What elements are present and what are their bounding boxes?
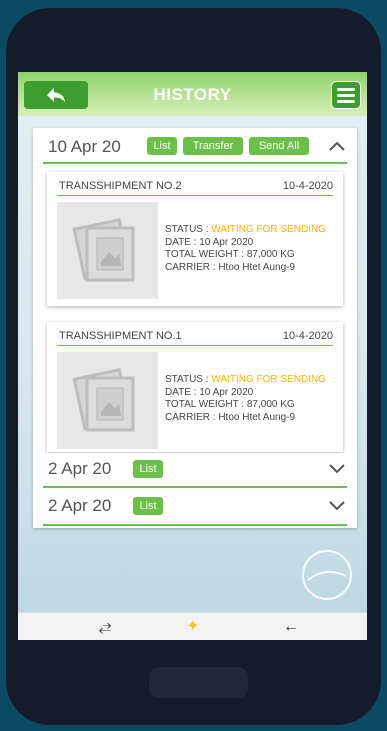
weight-line: TOTAL WEIGHT : 87,000 KG bbox=[165, 249, 295, 260]
chevron-up-icon[interactable] bbox=[327, 136, 347, 156]
group-header[interactable]: 2 Apr 20 List bbox=[33, 453, 357, 489]
list-button[interactable]: List bbox=[133, 460, 163, 478]
group-date: 2 Apr 20 bbox=[48, 459, 112, 478]
system-nav-bar: ⥄ ✦ ← bbox=[18, 612, 367, 640]
back-nav-icon[interactable]: ← bbox=[276, 617, 306, 637]
history-panel: 10 Apr 20 List Transfer Send All TRANSSH… bbox=[33, 128, 357, 528]
card-divider bbox=[57, 195, 333, 196]
transshipment-card[interactable]: TRANSSHIPMENT NO.1 10-4-2020 STATUS : WA… bbox=[47, 322, 343, 452]
chevron-down-icon[interactable] bbox=[327, 495, 347, 515]
hamburger-menu-icon bbox=[337, 87, 355, 91]
recent-apps-icon[interactable]: ⥄ bbox=[90, 617, 120, 637]
group-header[interactable]: 10 Apr 20 List Transfer Send All bbox=[33, 128, 357, 164]
home-star-icon[interactable]: ✦ bbox=[178, 617, 208, 637]
card-date: 10-4-2020 bbox=[282, 330, 333, 342]
group-divider bbox=[43, 486, 347, 488]
card-date: 10-4-2020 bbox=[282, 180, 333, 192]
status-value: WAITING FOR SENDING bbox=[211, 374, 326, 385]
home-button[interactable] bbox=[149, 667, 248, 698]
carrier-line: CARRIER : Htoo Htet Aung-9 bbox=[165, 411, 296, 423]
transfer-button[interactable]: Transfer bbox=[183, 137, 243, 155]
status-label: STATUS : bbox=[165, 374, 212, 385]
card-title: TRANSSHIPMENT NO.1 bbox=[59, 330, 182, 342]
card-info: STATUS : WAITING FOR SENDING DATE : 10 A… bbox=[165, 374, 326, 424]
app-bar: HISTORY bbox=[18, 72, 367, 116]
group-header[interactable]: 2 Apr 20 List bbox=[33, 490, 357, 526]
image-placeholder-icon bbox=[57, 352, 158, 449]
date-line: DATE : 10 Apr 2020 bbox=[165, 236, 254, 248]
chevron-down-icon[interactable] bbox=[327, 458, 347, 478]
status-value: WAITING FOR SENDING bbox=[211, 224, 326, 235]
group-divider bbox=[43, 524, 347, 526]
transshipment-card[interactable]: TRANSSHIPMENT NO.2 10-4-2020 STATUS : WA… bbox=[47, 172, 343, 306]
status-label: STATUS : bbox=[165, 224, 212, 235]
list-button[interactable]: List bbox=[147, 137, 177, 155]
group-date: 2 Apr 20 bbox=[48, 496, 112, 515]
card-divider bbox=[57, 345, 333, 346]
menu-button[interactable] bbox=[331, 81, 361, 109]
list-button[interactable]: List bbox=[133, 497, 163, 515]
carrier-line: CARRIER : Htoo Htet Aung-9 bbox=[165, 261, 296, 273]
group-divider bbox=[43, 162, 347, 164]
app-screen: HISTORY 10 Apr 20 List Transfer Send All… bbox=[18, 72, 367, 640]
weight-line: TOTAL WEIGHT : 87,000 KG bbox=[165, 399, 295, 410]
date-line: DATE : 10 Apr 2020 bbox=[165, 386, 254, 398]
image-placeholder-icon bbox=[57, 202, 158, 299]
card-title: TRANSSHIPMENT NO.2 bbox=[59, 180, 182, 192]
group-date: 10 Apr 20 bbox=[48, 137, 121, 156]
card-info: STATUS : WAITING FOR SENDING DATE : 10 A… bbox=[165, 224, 326, 274]
send-all-button[interactable]: Send All bbox=[249, 137, 309, 155]
page-title: HISTORY bbox=[153, 85, 232, 104]
